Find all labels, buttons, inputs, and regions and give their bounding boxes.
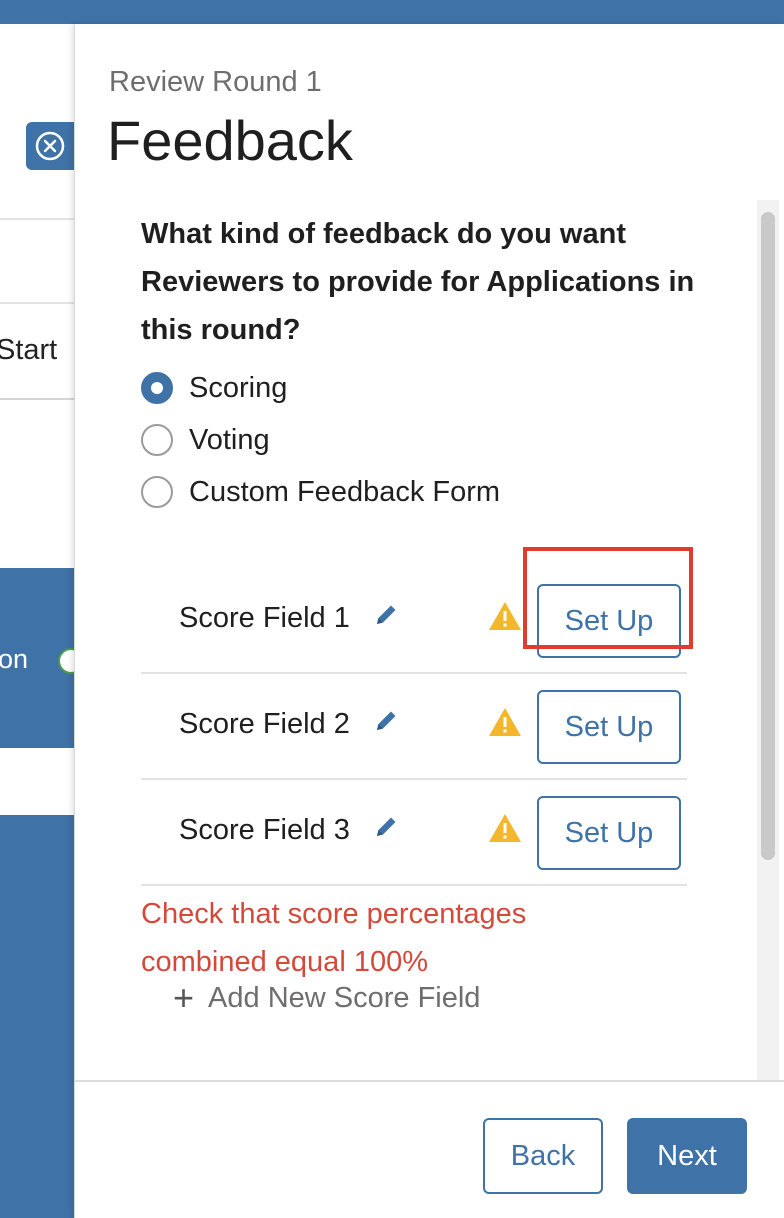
background-panel (0, 815, 80, 1218)
warning-icon (489, 602, 521, 630)
add-field-label: Add New Score Field (208, 981, 481, 1014)
background-card: on (0, 568, 84, 748)
pencil-icon[interactable] (373, 812, 399, 842)
radio-option-voting[interactable]: Voting (141, 414, 701, 466)
scrollbar-thumb[interactable] (761, 212, 775, 860)
radio-label: Scoring (189, 371, 288, 404)
drawer-content: What kind of feedback do you want Review… (141, 210, 701, 1016)
scrollbar-track[interactable] (757, 200, 779, 1080)
score-field-label: Score Field 3 (179, 814, 350, 846)
radio-button[interactable] (141, 424, 173, 456)
radio-label: Voting (189, 423, 270, 456)
radio-label: Custom Feedback Form (189, 475, 501, 508)
drawer-subtitle: Review Round 1 (109, 66, 322, 98)
warning-icon (489, 814, 521, 842)
drawer-footer: Back Next (75, 1080, 784, 1218)
score-field-row: Score Field 3 Set Up (141, 780, 687, 886)
app-top-bar (0, 0, 784, 24)
background-start-label: Start (0, 334, 58, 366)
warning-icon (489, 708, 521, 736)
radio-option-scoring[interactable]: Scoring (141, 362, 701, 414)
pencil-icon[interactable] (373, 600, 399, 630)
add-new-score-field-button[interactable]: + Add New Score Field (173, 980, 480, 1016)
screen: Start on Review Round 1 Feedback What ki… (0, 0, 784, 1218)
feedback-drawer: Review Round 1 Feedback What kind of fee… (74, 24, 784, 1218)
drawer-title: Feedback (107, 109, 353, 172)
close-circle-icon (35, 131, 65, 161)
background-card-text: on (0, 644, 29, 674)
radio-option-custom-feedback-form[interactable]: Custom Feedback Form (141, 466, 701, 518)
close-drawer-button[interactable] (26, 122, 78, 170)
background-start-row[interactable]: Start (0, 302, 80, 400)
score-field-list: Score Field 1 Set Up Score Field 2 Set U… (141, 568, 687, 886)
score-field-label: Score Field 2 (179, 708, 350, 740)
score-field-row: Score Field 2 Set Up (141, 674, 687, 780)
radio-button[interactable] (141, 372, 173, 404)
score-percentage-error: Check that score percentages combined eq… (141, 898, 527, 978)
back-button[interactable]: Back (483, 1118, 603, 1194)
background-divider (0, 218, 80, 220)
score-field-row: Score Field 1 Set Up (141, 568, 687, 674)
set-up-button[interactable]: Set Up (537, 690, 681, 764)
set-up-button[interactable]: Set Up (537, 796, 681, 870)
next-button[interactable]: Next (627, 1118, 747, 1194)
pencil-icon[interactable] (373, 706, 399, 736)
set-up-button[interactable]: Set Up (537, 584, 681, 658)
score-field-label: Score Field 1 (179, 602, 350, 634)
radio-button[interactable] (141, 476, 173, 508)
plus-icon: + (173, 977, 195, 1018)
feedback-question: What kind of feedback do you want Review… (141, 218, 695, 346)
feedback-type-radio-group: Scoring Voting Custom Feedback Form (141, 362, 701, 518)
